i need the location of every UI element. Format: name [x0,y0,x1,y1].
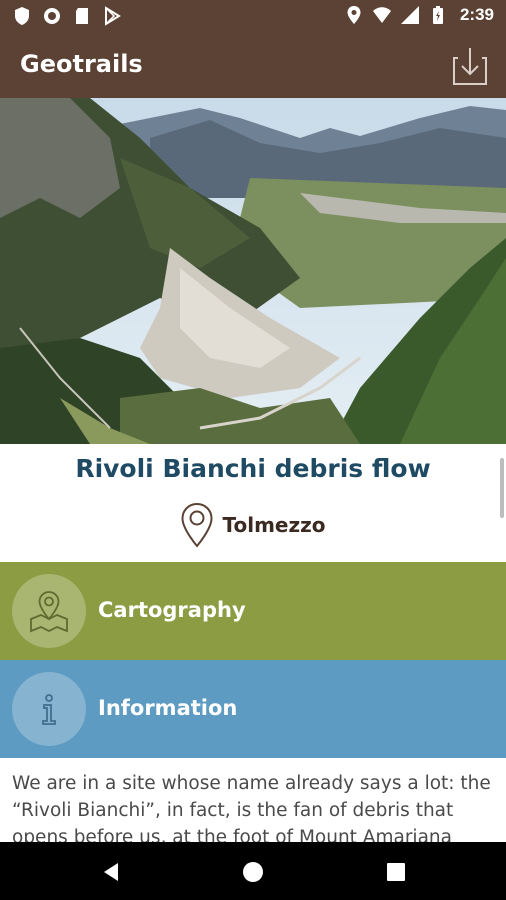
location-label: Tolmezzo [222,513,326,537]
site-title: Rivoli Bianchi debris flow [75,454,431,483]
navigation-bar [0,842,506,900]
info-icon [42,694,56,725]
location-icon [347,6,361,24]
cartography-icon-circle [12,574,86,648]
hero-image [0,98,506,444]
back-icon[interactable] [100,861,122,883]
play-store-icon [105,6,121,26]
scrollbar[interactable] [500,458,504,518]
site-location: Tolmezzo [0,502,506,548]
map-pin-icon [181,502,213,548]
cartography-label: Cartography [98,598,246,622]
information-icon-circle [12,672,86,746]
wifi-icon [372,7,391,23]
battery-icon [432,6,443,24]
shield-icon [15,7,29,25]
site-description: We are in a site whose name already says… [12,773,491,848]
app-title: Geotrails [20,50,143,78]
download-icon[interactable] [452,46,488,86]
signal-icon [400,6,419,24]
site-header: Rivoli Bianchi debris flow Tolmezzo [0,444,506,562]
information-label: Information [98,696,238,720]
cartography-button[interactable]: Cartography [0,562,506,660]
record-icon [44,8,60,24]
clock: 2:39 [459,5,494,24]
app-bar: Geotrails [0,34,506,98]
home-icon[interactable] [242,861,264,883]
map-icon [30,591,68,633]
sd-card-icon [76,8,88,24]
status-bar: 2:39 [0,0,506,34]
information-button[interactable]: Information [0,660,506,758]
recents-icon[interactable] [385,861,407,883]
